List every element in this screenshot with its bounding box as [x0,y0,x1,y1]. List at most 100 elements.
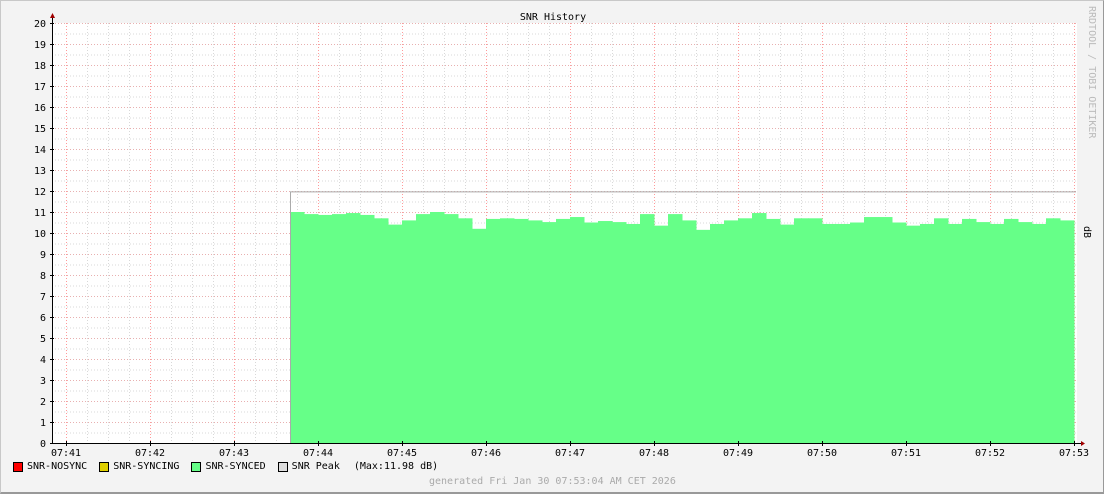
synced-bar [500,218,515,443]
synced-bar [1060,220,1075,443]
legend-label: SNR-NOSYNC [27,461,88,472]
x-tick-label: 07:50 [807,448,837,459]
synced-bar [878,217,893,443]
legend-label: SNR-SYNCED [205,461,266,472]
synced-bar [444,214,459,443]
synced-bar [976,222,991,443]
x-tick-label: 07:49 [723,448,753,459]
synced-bar [1046,218,1061,443]
legend-swatch [277,461,288,472]
snr-history-chart: 0123456789101112131415161718192007:41 07:… [34,12,1089,459]
y-axis-arrow [50,13,55,18]
x-tick-label: 07:46 [471,448,501,459]
y-tick-label: 7 [40,292,46,303]
synced-bar [822,223,837,443]
generated-timestamp: generated Fri Jan 30 07:53:04 AM CET 202… [429,476,676,487]
synced-bar [738,218,753,443]
synced-bar [696,229,711,443]
legend: SNR-NOSYNC SNR-SYNCING SNR-SYNCED SNR Pe… [13,461,450,472]
legend-item-syncing: SNR-SYNCING [99,461,179,472]
chart-canvas: 0 1 2 3 4 5 6 7 8 9 10 11 12 13 14 15 16 17 18 19 20 07:41 07:… [0,0,1104,494]
synced-bar [780,224,795,443]
y-tick-label: 1 [40,418,46,429]
synced-bar [430,212,445,443]
synced-bar [542,222,557,443]
synced-bar [920,223,935,443]
synced-bar [864,217,879,443]
legend-item-peak: SNR Peak (Max:11.98 dB) [277,461,439,472]
synced-bar [654,225,669,443]
x-tick-label: 07:48 [639,448,669,459]
x-tick-label: 07:52 [975,448,1005,459]
synced-bar [290,212,305,443]
y-tick-label: 20 [34,19,46,30]
synced-bar [794,218,809,443]
synced-bar [360,214,375,443]
synced-bar [346,213,361,443]
y-tick-label: 14 [34,145,46,156]
synced-bar [1004,218,1019,443]
legend-label: SNR Peak [291,461,340,472]
y-tick-label: 12 [34,187,46,198]
y-tick-label: 16 [34,103,46,114]
synced-bar [598,221,613,443]
x-tick-label: 07:45 [387,448,417,459]
synced-bar [850,222,865,443]
legend-item-nosync: SNR-NOSYNC [13,461,87,472]
synced-bar [724,220,739,443]
y-tick-label: 4 [40,355,46,366]
y-tick-label: 17 [34,82,46,93]
y-axis-label: dB [1081,226,1092,239]
synced-bar [612,222,627,443]
x-tick-label: 07:51 [891,448,921,459]
synced-bar [304,214,319,443]
x-tick-label: 07:43 [219,448,249,459]
y-tick-label: 2 [40,397,46,408]
watermark: RRDTOOL / TOBI OETIKER [1086,6,1097,139]
synced-bar [808,218,823,443]
y-tick-label: 3 [40,376,46,387]
synced-bar [766,218,781,443]
legend-swatch [191,461,202,472]
y-tick-label: 9 [40,250,46,261]
x-tick-label: 07:47 [555,448,585,459]
x-axis-arrow [1081,441,1085,446]
synced-bar [388,224,403,443]
synced-bar [318,214,333,443]
synced-bar [934,218,949,443]
peak-max-label: (Max:11.98 dB) [353,461,439,472]
synced-bar [416,214,431,443]
chart-title: SNR History [520,12,586,23]
synced-bar [472,228,487,443]
y-tick-label: 8 [40,271,46,282]
synced-bar [556,218,571,443]
synced-bar [836,223,851,443]
synced-bar [962,218,977,443]
synced-bar [374,218,389,443]
y-tick-label: 19 [34,40,46,51]
synced-bar [458,218,473,443]
y-tick-label: 5 [40,334,46,345]
synced-bar [486,218,501,443]
synced-bar [710,223,725,443]
synced-bar [626,223,641,443]
synced-bar [668,214,683,443]
y-tick-label: 0 [40,439,46,450]
x-tick-label: 07:41 [51,448,81,459]
synced-bar [752,213,767,443]
y-tick-label: 13 [34,166,46,177]
x-tick-label: 07:42 [135,448,165,459]
synced-bar [402,220,417,443]
synced-bar [1018,222,1033,443]
synced-bar [1032,223,1047,443]
legend-label: SNR-SYNCING [113,461,180,472]
y-tick-label: 11 [34,208,46,219]
synced-bar [528,220,543,443]
synced-bar [682,220,697,443]
legend-item-synced: SNR-SYNCED [191,461,266,472]
legend-swatch [99,461,110,472]
synced-bar [990,223,1005,443]
legend-swatch [13,461,23,472]
synced-bar [332,214,347,443]
y-tick-label: 10 [34,229,46,240]
